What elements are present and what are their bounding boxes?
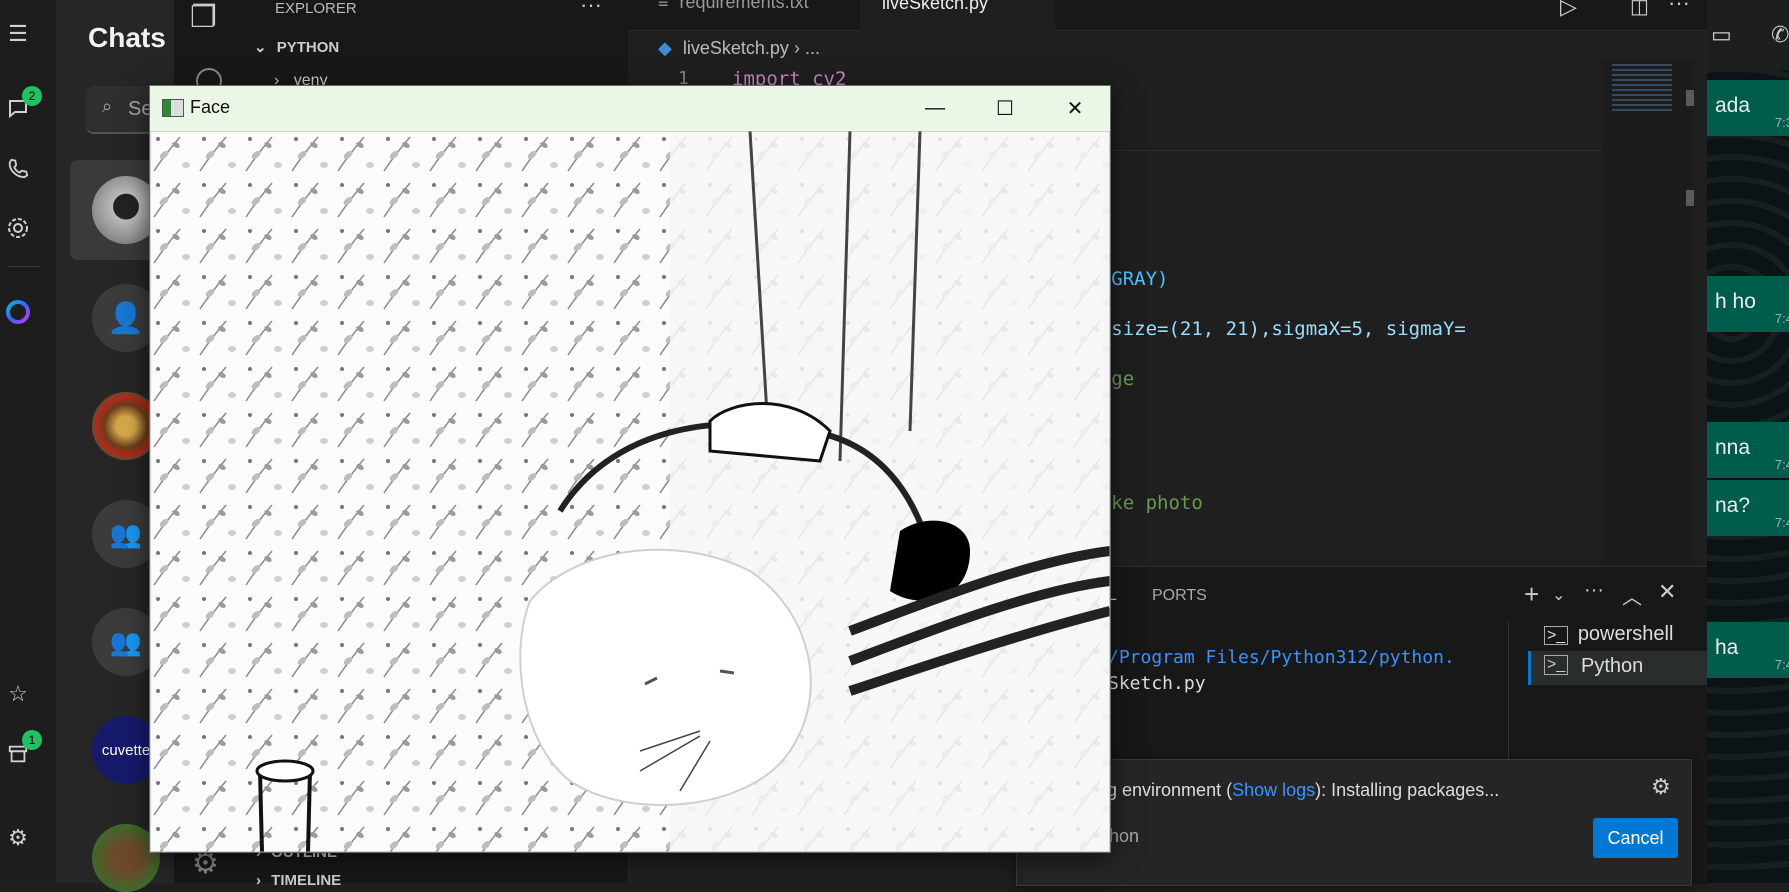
- chats-heading: Chats: [88, 22, 166, 53]
- message-time: 7:4: [1774, 657, 1789, 672]
- window-title: Face: [190, 97, 231, 117]
- video-call-icon[interactable]: ▭: [1711, 22, 1732, 48]
- more-actions-icon[interactable]: ···: [1668, 0, 1690, 16]
- message-bubble[interactable]: na? 7:4: [1707, 480, 1789, 536]
- python-folder-section[interactable]: ⌄ PYTHON: [254, 38, 339, 56]
- face-window: Face — ☐ ✕: [149, 85, 1111, 853]
- hamburger-menu-icon[interactable]: ☰: [0, 16, 36, 52]
- breadcrumb-more[interactable]: ...: [805, 38, 820, 58]
- close-window-icon[interactable]: ✕: [1040, 86, 1110, 131]
- settings-gear-icon[interactable]: ⚙: [0, 820, 36, 856]
- chevron-down-icon: ⌄: [254, 39, 267, 56]
- vscode-terminal-panel: L PORTS + ⌄ ··· ︿ ✕ /Program Files/Pytho…: [1016, 566, 1710, 886]
- meta-ai-icon[interactable]: [0, 294, 36, 330]
- notification-text: ing environment (: [1093, 780, 1233, 800]
- tab-ports[interactable]: PORTS: [1152, 587, 1207, 605]
- rail-divider: [8, 266, 40, 267]
- sketch-image-cat: [150, 131, 1110, 852]
- message-time: 7:4: [1774, 311, 1789, 326]
- terminal-item-python[interactable]: >_ Python: [1528, 651, 1710, 685]
- cuvette-logo-text: cuvette: [101, 741, 151, 759]
- minimize-window-icon[interactable]: —: [900, 86, 970, 131]
- message-text: ada: [1715, 94, 1751, 117]
- editor-tab-bar: ≡ requirements.txt liveSketch.py ▷ ◫ ···: [628, 0, 1707, 31]
- maximize-panel-chevron-up-icon[interactable]: ︿: [1622, 581, 1642, 610]
- starred-messages-icon[interactable]: ☆: [0, 676, 36, 712]
- voice-call-icon[interactable]: ✆: [1771, 22, 1789, 48]
- notification-message: ing environment (Show logs): Installing …: [1093, 780, 1499, 801]
- message-time: 7:3: [1774, 115, 1789, 130]
- breadcrumb-file[interactable]: liveSketch.py: [683, 38, 789, 58]
- terminal-output-line: Sketch.py: [1108, 673, 1206, 694]
- timeline-label: TIMELINE: [271, 872, 342, 889]
- timeline-section[interactable]: › TIMELINE: [256, 872, 341, 889]
- notification-text: ): Installing packages...: [1315, 780, 1500, 800]
- notification-toast: ing environment (Show logs): Installing …: [1016, 759, 1692, 886]
- message-text: na?: [1715, 494, 1751, 517]
- message-bubble[interactable]: h ho 7:4: [1707, 276, 1789, 332]
- chats-unread-badge: 2: [22, 86, 42, 106]
- message-bubble[interactable]: ada 7:3: [1707, 80, 1789, 136]
- message-text: h ho: [1715, 290, 1756, 313]
- cancel-button[interactable]: Cancel: [1593, 818, 1678, 858]
- chevron-right-icon: ›: [256, 872, 261, 889]
- close-panel-icon[interactable]: ✕: [1658, 579, 1676, 605]
- terminal-output-line: /Program Files/Python312/python.: [1108, 647, 1455, 668]
- new-terminal-plus-icon[interactable]: +: [1524, 579, 1539, 610]
- python-folder-label: PYTHON: [276, 39, 340, 56]
- app-window-icon: [162, 99, 184, 117]
- face-window-titlebar[interactable]: Face — ☐ ✕: [150, 86, 1110, 131]
- maximize-window-icon[interactable]: ☐: [970, 86, 1040, 131]
- breadcrumb-separator: ›: [793, 38, 800, 58]
- terminal-name: Python: [1581, 655, 1644, 677]
- message-text: nna: [1715, 436, 1751, 459]
- tab-livesketch[interactable]: liveSketch.py: [860, 0, 1055, 31]
- more-actions-icon[interactable]: ···: [580, 0, 602, 18]
- conversation-header: ▭ ✆: [1707, 0, 1789, 70]
- editor-scrollbar-thumb[interactable]: [1686, 190, 1694, 206]
- minimap-scrollbar[interactable]: [1686, 90, 1694, 106]
- python-file-icon: ◆: [658, 38, 672, 58]
- more-actions-icon[interactable]: ···: [1584, 579, 1604, 602]
- message-bubble[interactable]: ha 7:4: [1707, 622, 1789, 678]
- pencil-sketch-picture: [150, 131, 1110, 852]
- tab-requirements-label: requirements.txt: [679, 0, 809, 12]
- message-time: 7:4: [1774, 515, 1789, 530]
- breadcrumb: ◆ liveSketch.py › ...: [658, 38, 820, 59]
- minimap-code-preview: [1612, 64, 1672, 114]
- show-logs-link[interactable]: Show logs: [1232, 780, 1315, 800]
- chevron-down-icon[interactable]: ⌄: [1552, 585, 1565, 605]
- explorer-title: EXPLORER: [275, 0, 357, 17]
- terminal-name: powershell: [1577, 623, 1674, 645]
- whatsapp-nav-rail: ☰ 2 ☆ 1 ⚙: [0, 0, 56, 883]
- run-play-icon[interactable]: ▷: [1560, 0, 1577, 20]
- notification-settings-gear-icon[interactable]: ⚙: [1651, 774, 1671, 800]
- file-lines-icon: ≡: [658, 0, 669, 12]
- search-icon: ⌕: [102, 96, 113, 116]
- message-text: ha: [1715, 636, 1739, 659]
- tab-livesketch-label: liveSketch.py: [882, 0, 989, 13]
- calls-nav-icon[interactable]: [0, 150, 36, 186]
- terminal-item-powershell[interactable]: >_ powershell: [1544, 623, 1673, 646]
- status-nav-icon[interactable]: [0, 210, 36, 246]
- terminal-icon: >_: [1544, 626, 1569, 645]
- tab-requirements[interactable]: ≡ requirements.txt: [658, 0, 809, 13]
- message-bubble[interactable]: nna 7:4: [1707, 422, 1789, 478]
- archived-badge: 1: [22, 730, 42, 750]
- split-editor-icon[interactable]: ◫: [1630, 0, 1649, 19]
- terminal-icon: >_: [1544, 655, 1569, 675]
- explorer-files-icon[interactable]: ❐: [190, 0, 217, 35]
- editor-minimap: [1602, 60, 1694, 566]
- message-time: 7:4: [1774, 457, 1789, 472]
